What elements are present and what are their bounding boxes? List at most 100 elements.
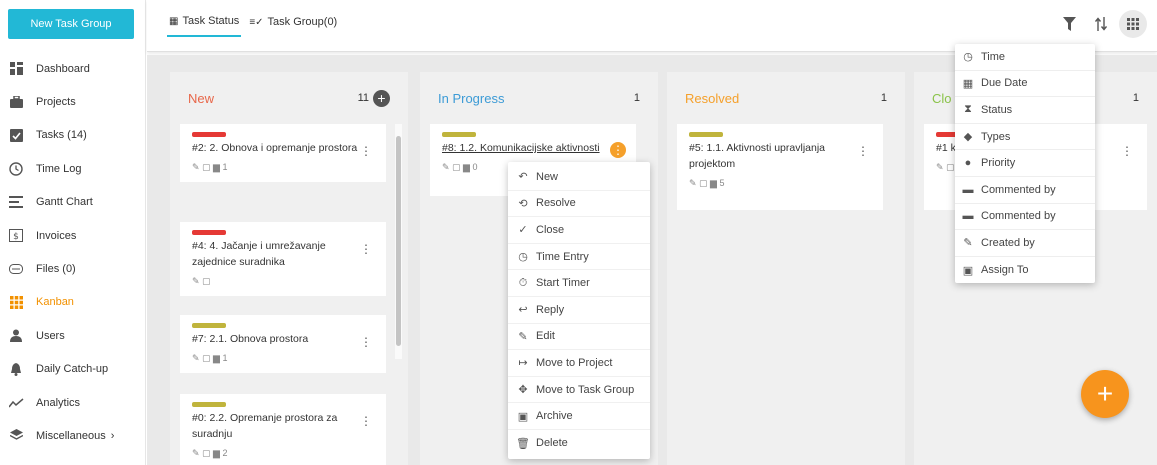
user-icon xyxy=(8,328,24,344)
clock-icon xyxy=(8,161,24,177)
task-meta: ✎ ▢ ▆ 1 xyxy=(192,352,228,363)
task-count: 11 xyxy=(357,92,369,104)
sidebar-item-daily-catch-up[interactable]: Daily Catch-up xyxy=(0,353,146,386)
more-options-icon[interactable]: ⋮ xyxy=(610,142,626,158)
add-task-fab[interactable]: + xyxy=(1081,370,1129,418)
column-title: In Progress xyxy=(438,90,505,106)
comment-icon: ▬ xyxy=(962,183,974,196)
menu-label: Resolve xyxy=(536,197,576,210)
menu-item-delete[interactable]: 🗑 Delete xyxy=(508,430,650,457)
menu-item-start-timer[interactable]: ⏱ Start Timer xyxy=(508,270,650,297)
menu-item-new[interactable]: ↶ New xyxy=(508,164,650,191)
sidebar-item-projects[interactable]: Projects xyxy=(0,85,146,118)
column-title: New xyxy=(188,90,215,106)
kanban-icon xyxy=(8,294,24,310)
menu-item-time-entry[interactable]: ◷ Time Entry xyxy=(508,244,650,271)
sort-option-assign-to[interactable]: ▣ Assign To xyxy=(955,257,1095,284)
menu-item-resolve[interactable]: ⟲ Resolve xyxy=(508,191,650,218)
sort-dropdown: ◷ Time ▦ Due Date ⧗ Status ◆ Types ● Priority… xyxy=(955,44,1095,284)
sort-option-created-by[interactable]: ✎ Created by xyxy=(955,230,1095,257)
pencil-icon: ✎ xyxy=(518,330,528,343)
task-card[interactable]: #2: 2. Obnova i opremanje prostora ✎ ▢ ▆… xyxy=(180,124,386,183)
task-title[interactable]: #8: 1.2. Komunikacijske aktivnosti xyxy=(442,141,610,157)
menu-item-reply[interactable]: ↩ Reply xyxy=(508,297,650,324)
tab-task-group[interactable]: ≡✓ Task Group(0) xyxy=(247,11,339,37)
scrollbar-thumb[interactable] xyxy=(396,136,401,346)
task-card[interactable]: #0: 2.2. Opremanje prostora za suradnju … xyxy=(180,394,386,465)
task-title[interactable]: #0: 2.2. Opremanje prostora za suradnju xyxy=(192,411,360,443)
sort-option-status[interactable]: ⧗ Status xyxy=(955,97,1095,124)
move-arrow-icon: ↦ xyxy=(518,357,528,370)
menu-item-edit[interactable]: ✎ Edit xyxy=(508,324,650,351)
menu-item-move-to-task-group[interactable]: ✥ Move to Task Group xyxy=(508,377,650,404)
more-options-icon[interactable]: ⋮ xyxy=(1121,142,1133,160)
timer-icon: ⏱ xyxy=(518,276,528,289)
task-title[interactable]: #5: 1.1. Aktivnosti upravljanja projekto… xyxy=(689,141,857,173)
task-meta: ✎ ▢ xyxy=(192,275,211,286)
sidebar-item-kanban[interactable]: Kanban xyxy=(0,286,146,319)
task-card[interactable]: #5: 1.1. Aktivnosti upravljanja projekto… xyxy=(677,124,883,210)
bell-icon xyxy=(8,361,24,377)
new-task-group-button[interactable]: New Task Group xyxy=(8,9,134,39)
sidebar-item-tasks[interactable]: Tasks (14) xyxy=(0,119,146,152)
sidebar-item-gantt-chart[interactable]: Gantt Chart xyxy=(0,186,146,219)
more-options-icon[interactable]: ⋮ xyxy=(360,333,372,351)
task-count: 1 xyxy=(1132,92,1139,104)
sidebar-item-dashboard[interactable]: Dashboard xyxy=(0,52,146,85)
more-options-icon[interactable]: ⋮ xyxy=(360,412,372,430)
sort-option-priority[interactable]: ● Priority xyxy=(955,150,1095,177)
priority-bar xyxy=(192,402,226,407)
clock-icon: ◷ xyxy=(963,51,973,64)
sort-option-time[interactable]: ◷ Time xyxy=(955,44,1095,71)
sidebar-item-invoices[interactable]: $ Invoices xyxy=(0,219,146,252)
invoice-icon: $ xyxy=(8,228,24,244)
sidebar-item-users[interactable]: Users xyxy=(0,319,146,352)
more-options-icon[interactable]: ⋮ xyxy=(360,240,372,258)
task-card[interactable]: #7: 2.1. Obnova prostora ✎ ▢ ▆ 1 ⋮ xyxy=(180,315,386,374)
menu-label: New xyxy=(536,170,559,183)
assign-icon: ▣ xyxy=(962,264,974,277)
task-title[interactable]: #7: 2.1. Obnova prostora xyxy=(192,332,360,348)
files-icon xyxy=(8,261,24,277)
menu-item-move-to-project[interactable]: ↦ Move to Project xyxy=(508,350,650,377)
menu-label: Move to Project xyxy=(536,356,613,369)
sidebar-item-time-log[interactable]: Time Log xyxy=(0,152,146,185)
more-options-icon[interactable]: ⋮ xyxy=(360,142,372,160)
app-root: New Task Group Dashboard Projects Tasks … xyxy=(0,0,1157,465)
priority-bar xyxy=(442,132,476,137)
grid-view-icon[interactable] xyxy=(1119,10,1147,38)
check-icon: ✓ xyxy=(518,224,528,237)
tab-task-status[interactable]: ▦ Task Status xyxy=(167,11,242,37)
priority-bar xyxy=(192,230,226,235)
layers-icon xyxy=(8,428,24,444)
sort-option-types[interactable]: ◆ Types xyxy=(955,124,1095,151)
priority-bar xyxy=(192,132,226,137)
tab-label: Task Group(0) xyxy=(267,16,338,28)
sort-option-commented-by[interactable]: ▬ Commented by xyxy=(955,204,1095,231)
comment-icon: ▬ xyxy=(962,210,974,223)
add-task-icon[interactable]: + xyxy=(373,89,390,107)
sidebar-item-miscellaneous[interactable]: Miscellaneous › xyxy=(0,419,146,452)
task-card[interactable]: #4: 4. Jačanje i umrežavanje zajednice s… xyxy=(180,222,386,296)
sort-option-due-date[interactable]: ▦ Due Date xyxy=(955,71,1095,98)
filter-icon[interactable] xyxy=(1055,10,1083,38)
sort-icon[interactable] xyxy=(1087,10,1115,38)
task-title[interactable]: #4: 4. Jačanje i umrežavanje zajednice s… xyxy=(192,239,360,271)
sort-option-commented-by[interactable]: ▬ Commented by xyxy=(955,177,1095,204)
sidebar: New Task Group Dashboard Projects Tasks … xyxy=(0,0,146,465)
task-meta: ✎ ▢ ▆ 2 xyxy=(192,447,228,458)
reply-icon: ↩ xyxy=(518,304,528,317)
history-icon: ⟲ xyxy=(518,197,528,210)
sidebar-item-label: Tasks (14) xyxy=(36,129,87,142)
column-title: Clo xyxy=(932,90,952,106)
menu-item-archive[interactable]: ▣ Archive xyxy=(508,403,650,430)
sidebar-item-files[interactable]: Files (0) xyxy=(0,252,146,285)
menu-item-close[interactable]: ✓ Close xyxy=(508,217,650,244)
more-options-icon[interactable]: ⋮ xyxy=(857,142,869,160)
sort-label: Commented by xyxy=(981,183,1056,196)
sidebar-item-analytics[interactable]: Analytics xyxy=(0,386,146,419)
briefcase-icon xyxy=(8,94,24,110)
task-title[interactable]: #2: 2. Obnova i opremanje prostora xyxy=(192,141,360,157)
task-meta: ✎ ▢ ▆ 1 xyxy=(192,161,228,172)
column-scrollbar[interactable] xyxy=(395,124,402,359)
